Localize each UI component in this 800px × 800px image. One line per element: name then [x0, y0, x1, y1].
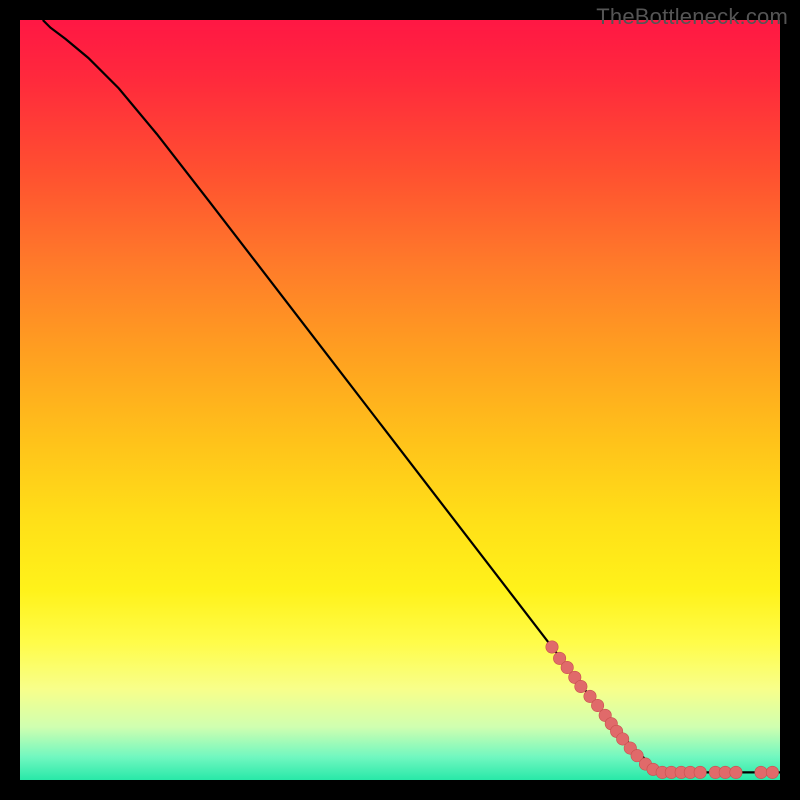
chart-data-point: [694, 766, 706, 778]
chart-curve: [43, 20, 780, 772]
chart-plot-area: [20, 20, 780, 780]
chart-data-point: [755, 766, 767, 778]
chart-data-point: [546, 641, 558, 653]
chart-highlight-dots: [546, 641, 779, 779]
chart-svg-overlay: [20, 20, 780, 780]
chart-data-point: [730, 766, 742, 778]
watermark-text: TheBottleneck.com: [596, 4, 788, 30]
chart-data-point: [575, 680, 587, 692]
chart-data-point: [766, 766, 778, 778]
